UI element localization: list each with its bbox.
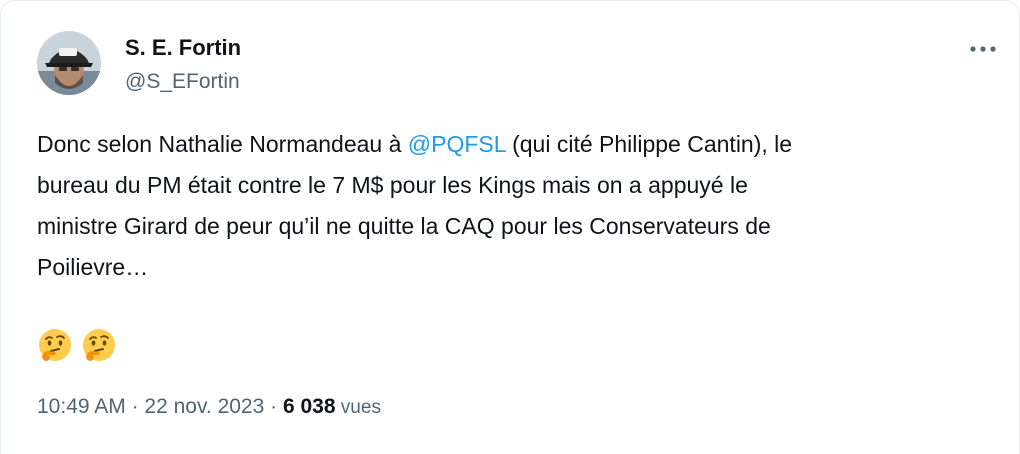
mention-link[interactable]: @PQFSL xyxy=(408,131,506,157)
tweet-line: Donc selon Nathalie Normandeau à @PQFSL … xyxy=(37,124,987,165)
tweet-card: S. E. Fortin @S_EFortin Donc selon Natha… xyxy=(0,0,1020,454)
author-display-name[interactable]: S. E. Fortin xyxy=(125,34,241,62)
tweet-date[interactable]: 22 nov. 2023 xyxy=(144,395,264,418)
emoji-row xyxy=(37,327,121,363)
author-handle[interactable]: @S_EFortin xyxy=(125,69,240,95)
more-options-button[interactable] xyxy=(961,35,1005,63)
tweet-line: bureau du PM était contre le 7 M$ pour l… xyxy=(37,172,748,198)
views-count: 6 038 xyxy=(282,395,336,418)
views-label: vues xyxy=(335,397,381,418)
meta-separator: · xyxy=(264,395,283,418)
tweet-line: Poilievre… xyxy=(37,254,149,280)
tweet-text: Donc selon Nathalie Normandeau à @PQFSL … xyxy=(37,124,987,288)
meta-separator: · xyxy=(125,395,145,418)
more-horizontal-icon xyxy=(970,46,996,52)
avatar-photo-icon xyxy=(37,31,101,95)
tweet-text-segment: Donc selon Nathalie Normandeau à xyxy=(37,131,408,157)
tweet-time[interactable]: 10:49 AM xyxy=(37,395,126,418)
author-avatar[interactable] xyxy=(37,31,101,95)
thinking-face-emoji xyxy=(39,329,71,361)
tweet-meta: 10:49 AM · 22 nov. 2023 · 6 038 vues xyxy=(37,393,381,422)
tweet-line: ministre Girard de peur qu’il ne quitte … xyxy=(37,213,771,239)
tweet-text-segment: (qui cité Philippe Cantin), le xyxy=(505,131,793,157)
thinking-face-emoji xyxy=(83,329,116,361)
